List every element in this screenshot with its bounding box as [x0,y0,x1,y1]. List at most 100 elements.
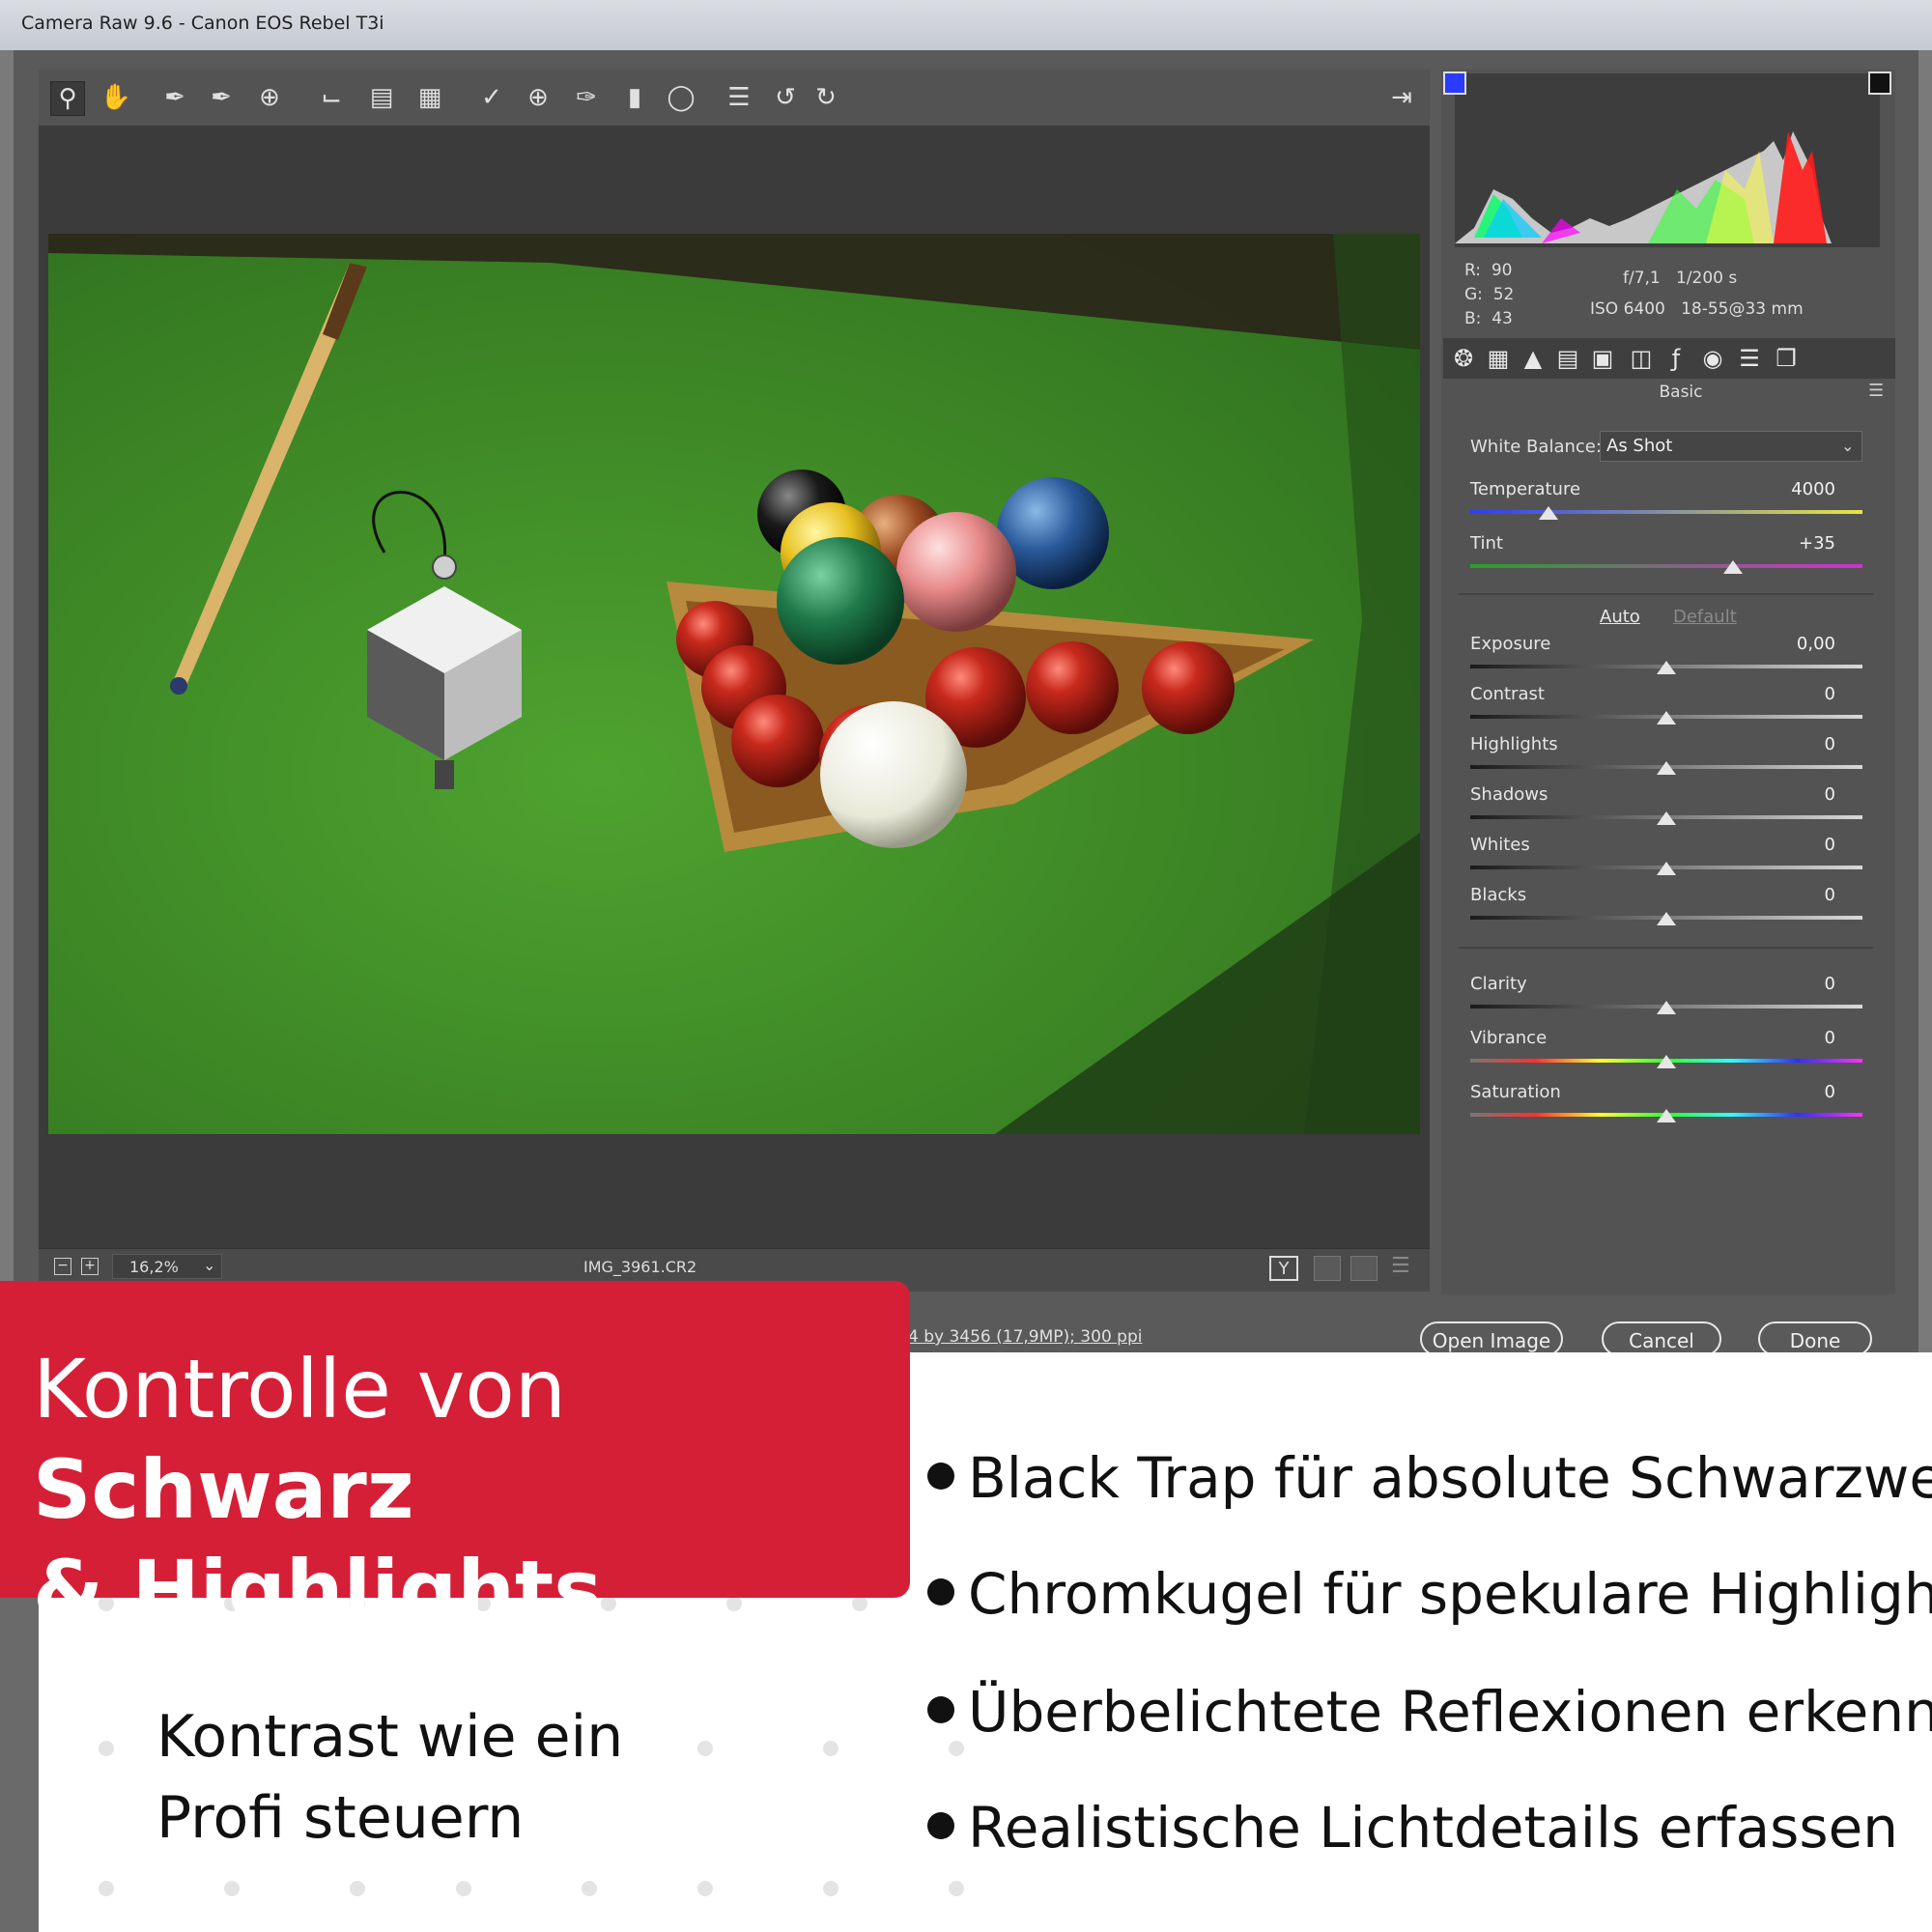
copy-settings-icon[interactable] [1350,1256,1378,1281]
slider-value-highlights[interactable]: 0 [1758,734,1835,754]
slider-label-saturation: Saturation [1470,1082,1561,1102]
presets-icon[interactable]: ☰ [1735,344,1764,373]
slider-thumb-exposure[interactable] [1657,661,1676,674]
preferences-icon[interactable]: ☰ [723,81,755,114]
adjustment-brush-icon[interactable]: ✑ [570,81,603,114]
color-sampler-icon[interactable]: ✒ [205,81,238,114]
transform-icon[interactable]: ▦ [413,81,446,114]
slider-label-contrast: Contrast [1470,684,1545,704]
slider-value-blacks[interactable]: 0 [1758,885,1835,905]
slider-thumb-blacks[interactable] [1657,912,1676,925]
zoom-value: 16,2% [129,1258,179,1276]
rotate-right-icon[interactable]: ↻ [810,81,842,114]
slider-thumb-contrast[interactable] [1657,711,1676,724]
effects-icon[interactable]: ƒ [1662,344,1690,373]
rgb-readout: R: 90 G: 52 B: 43 [1464,259,1514,331]
fullscreen-icon[interactable]: ⇥ [1385,81,1418,114]
bullet-item: Chromkugel für spekulare Highlights [927,1561,1932,1627]
open-image-button[interactable]: Open Image [1420,1321,1563,1356]
crop-icon[interactable]: ⌙ [315,81,348,114]
highlight-clipping-warning[interactable] [1868,71,1891,95]
subtext-line-2: Profi steuern [156,1784,525,1852]
r-label: R: [1464,261,1482,280]
bullet-text: Überbelichtete Reflexionen erkennen [968,1679,1932,1745]
slider-thumb-tint[interactable] [1723,560,1744,574]
file-info-link[interactable]: 4 by 3456 (17,9MP); 300 ppi [908,1327,1142,1347]
slider-thumb-saturation[interactable] [1657,1109,1676,1122]
targeted-adjustment-icon[interactable]: ⊕ [253,81,286,114]
graduated-filter-icon[interactable]: ▮ [618,81,651,114]
shadow-clipping-warning[interactable] [1443,71,1466,95]
settings-toggle-icon[interactable]: ☰ [1391,1254,1410,1278]
slider-value-temperature[interactable]: 4000 [1758,479,1835,499]
slider-value-clarity[interactable]: 0 [1758,974,1835,994]
lens-corrections-icon[interactable]: ◫ [1627,344,1656,373]
spot-removal-icon[interactable]: ✓ [475,81,508,114]
straighten-icon[interactable]: ▤ [365,81,398,114]
slider-label-highlights: Highlights [1470,734,1558,754]
panel-title: Basic [1659,383,1703,402]
r-value: 90 [1491,261,1513,280]
radial-filter-icon[interactable]: ◯ [665,81,697,114]
red-eye-icon[interactable]: ⊕ [522,81,554,114]
hsl-icon[interactable]: ▤ [1553,344,1582,373]
bullet-dot-icon [927,1577,954,1605]
slider-value-contrast[interactable]: 0 [1758,684,1835,704]
panel-menu-icon[interactable]: ☰ [1868,381,1884,401]
camera-calibration-icon[interactable]: ◉ [1698,344,1727,373]
detail-icon[interactable]: ▲ [1519,344,1548,373]
histogram [1455,73,1880,247]
chevron-down-icon[interactable]: ⌄ [1841,437,1854,455]
slider-thumb-vibrance[interactable] [1657,1055,1676,1068]
slider-label-blacks: Blacks [1470,885,1527,905]
white-balance-icon[interactable]: ✒ [158,81,191,114]
hand-icon[interactable]: ✋ [99,81,132,114]
default-link[interactable]: Default [1673,607,1737,627]
section-divider [1459,593,1874,595]
before-after-icon[interactable]: Y [1269,1256,1298,1281]
slider-value-exposure[interactable]: 0,00 [1758,634,1835,654]
slider-thumb-shadows[interactable] [1657,811,1676,825]
slider-value-tint[interactable]: +35 [1758,533,1835,554]
done-button[interactable]: Done [1758,1321,1872,1356]
bullet-dot-icon [927,1695,954,1723]
slider-thumb-whites[interactable] [1657,862,1676,875]
slider-thumb-temperature[interactable] [1539,506,1559,520]
zoom-out-icon[interactable]: − [54,1258,71,1275]
slider-value-whites[interactable]: 0 [1758,835,1835,855]
rotate-left-icon[interactable]: ↺ [769,81,802,114]
slider-thumb-clarity[interactable] [1657,1001,1676,1014]
slider-track-temperature[interactable] [1470,510,1862,514]
swap-icon[interactable] [1314,1256,1341,1281]
slider-value-saturation[interactable]: 0 [1758,1082,1835,1102]
snapshots-icon[interactable]: ❐ [1772,344,1801,373]
tone-curve-icon[interactable]: ▦ [1484,344,1513,373]
slider-label-whites: Whites [1470,835,1530,855]
file-name: IMG_3961.CR2 [583,1258,697,1276]
exif-line-1: f/7,1 1/200 s [1623,269,1737,288]
bullet-item: Realistische Lichtdetails erfassen [927,1795,1898,1861]
slider-label-vibrance: Vibrance [1470,1028,1548,1048]
basic-tab-icon[interactable]: ❂ [1449,344,1478,373]
b-value: 43 [1492,309,1513,328]
lens: 18-55@33 mm [1681,299,1804,319]
shutter: 1/200 s [1675,269,1738,288]
slider-track-tint[interactable] [1470,564,1862,568]
g-value: 52 [1492,285,1515,304]
zoom-icon[interactable]: ⚲ [50,81,85,116]
g-label: G: [1464,285,1483,304]
headline-regular: Kontrolle von [33,1342,566,1436]
bullet-item: Black Trap für absolute Schwarzwerte [927,1445,1932,1511]
histogram-graph [1455,131,1832,243]
zoom-in-icon[interactable]: + [81,1258,99,1275]
subtext: Kontrast wie ein Profi steuern [156,1696,736,1859]
white-balance-select[interactable]: As Shot [1600,431,1862,462]
slider-thumb-highlights[interactable] [1657,761,1676,775]
split-toning-icon[interactable]: ▣ [1588,344,1617,373]
aperture: f/7,1 [1623,269,1661,288]
slider-value-shadows[interactable]: 0 [1758,784,1835,805]
slider-value-vibrance[interactable]: 0 [1758,1028,1835,1048]
auto-link[interactable]: Auto [1600,607,1640,627]
chevron-down-icon[interactable]: ⌄ [203,1256,215,1274]
cancel-button[interactable]: Cancel [1602,1321,1721,1356]
